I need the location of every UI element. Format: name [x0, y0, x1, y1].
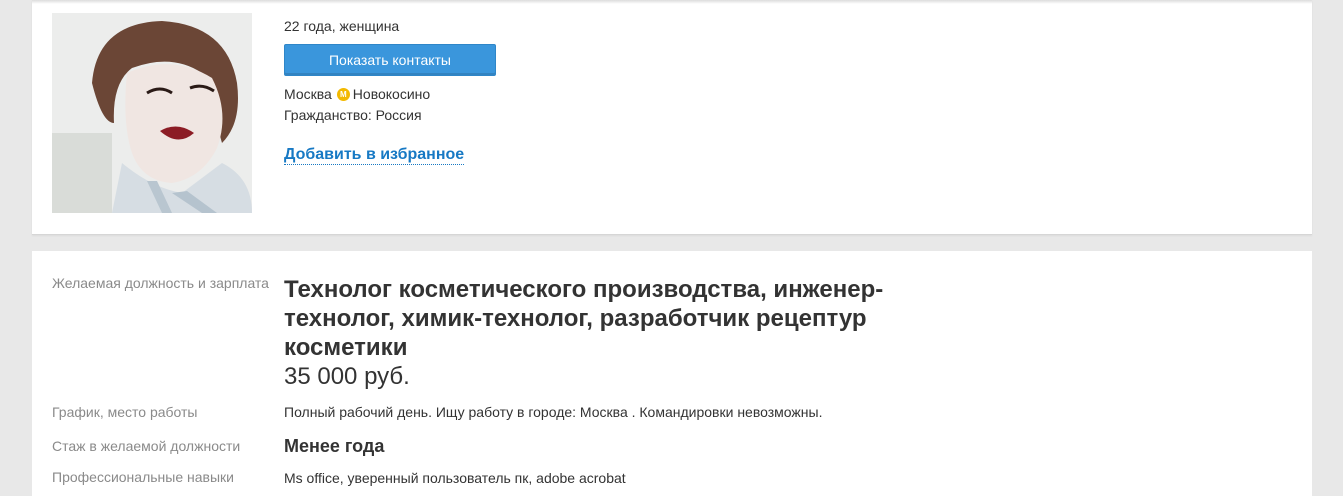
skills-label: Профессиональные навыки: [52, 469, 234, 485]
age-gender: 22 года, женщина: [284, 18, 400, 34]
position-title: Технолог косметического производства, ин…: [284, 276, 884, 361]
add-to-favorites-link[interactable]: Добавить в избранное: [284, 145, 465, 165]
city: Москва: [284, 86, 332, 102]
resume-card: Желаемая должность и зарплата Технолог к…: [32, 251, 1312, 496]
metro-icon: М: [336, 87, 350, 101]
metro-station: Новокосино: [352, 86, 431, 102]
experience-value: Менее года: [284, 436, 385, 456]
show-contacts-button[interactable]: Показать контакты: [284, 44, 496, 76]
location: Москва М Новокосино: [284, 86, 430, 102]
profile-photo: [52, 13, 252, 213]
profile-card: 22 года, женщина Показать контакты Москв…: [32, 0, 1312, 235]
profile-photo-image: [52, 13, 252, 213]
skills-value: Ms office, уверенный пользователь пк, ad…: [284, 470, 626, 486]
schedule-label: График, место работы: [52, 404, 198, 420]
position-label: Желаемая должность и зарплата: [52, 275, 269, 291]
salary: 35 000 руб.: [284, 363, 410, 390]
schedule-value: Полный рабочий день. Ищу работу в городе…: [284, 404, 823, 420]
citizenship: Гражданство: Россия: [284, 107, 422, 123]
experience-label: Стаж в желаемой должности: [52, 438, 241, 454]
